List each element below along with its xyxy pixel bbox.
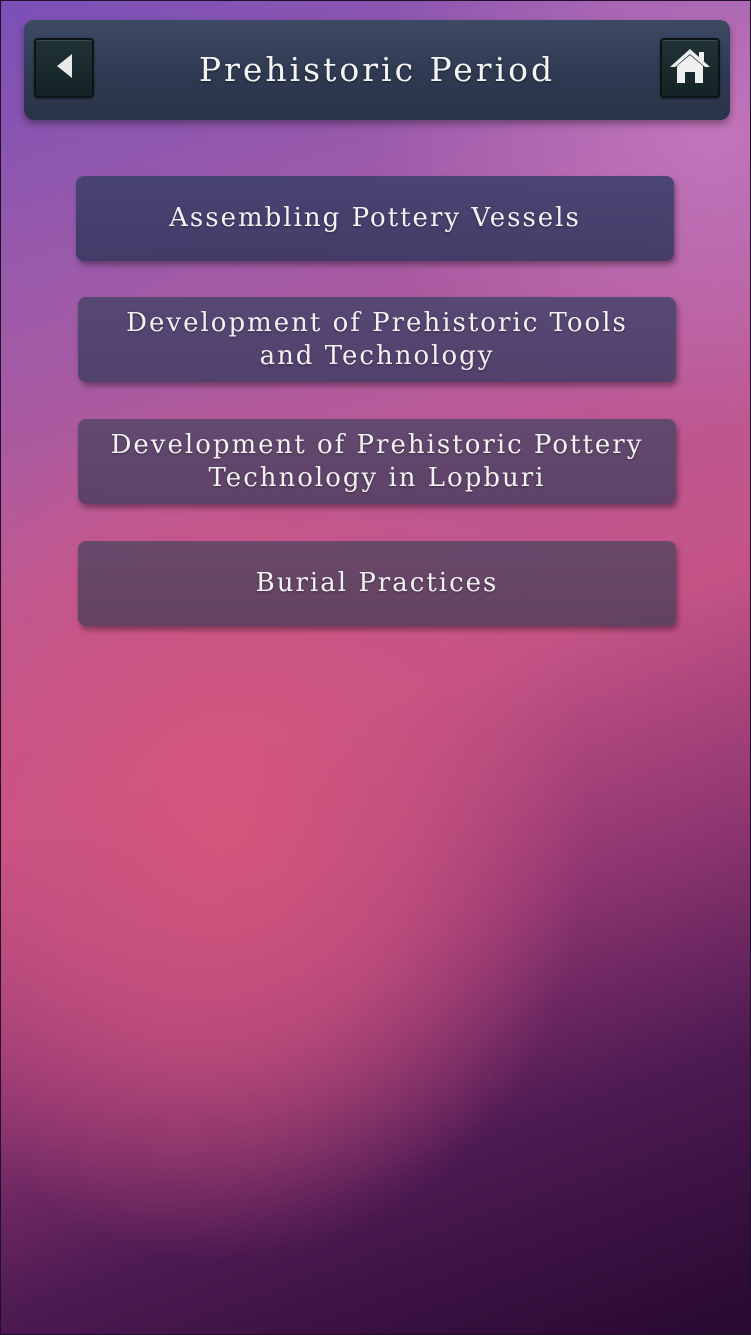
menu-item-burial-practices[interactable]: Burial Practices [78, 541, 676, 626]
home-button[interactable] [660, 38, 720, 98]
menu-item-label: Assembling Pottery Vessels [169, 203, 581, 233]
menu-item-pottery-technology-lopburi[interactable]: Development of Prehistoric Pottery Techn… [78, 419, 676, 504]
menu-item-prehistoric-tools[interactable]: Development of Prehistoric Tools and Tec… [78, 297, 676, 382]
menu-item-label: Burial Practices [255, 568, 499, 598]
header-bar: Prehistoric Period [24, 20, 730, 120]
back-button[interactable] [34, 38, 94, 98]
menu-item-assembling-pottery-vessels[interactable]: Assembling Pottery Vessels [76, 176, 674, 261]
home-icon [668, 47, 712, 89]
back-arrow-icon [54, 52, 74, 84]
menu-item-label: Development of Prehistoric Pottery Techn… [110, 429, 644, 493]
menu-item-label: Development of Prehistoric Tools and Tec… [126, 307, 628, 371]
page-title: Prehistoric Period [198, 50, 556, 89]
